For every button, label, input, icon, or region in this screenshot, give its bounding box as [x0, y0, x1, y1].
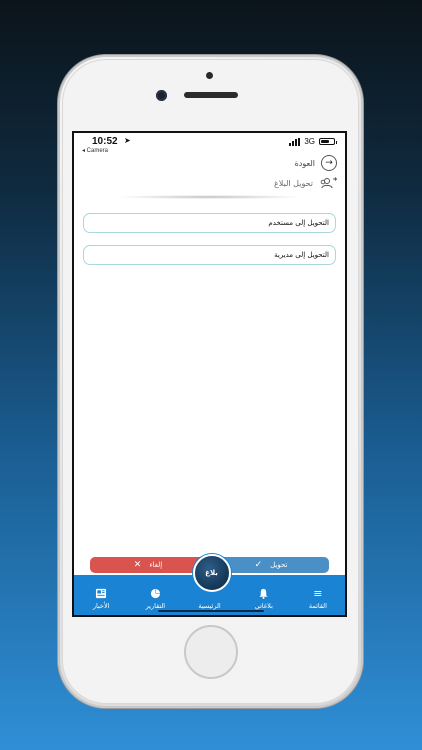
close-icon: ✕: [133, 559, 142, 570]
tab-menu[interactable]: ≡ القائمة: [298, 588, 338, 610]
status-indicators: 3G: [289, 137, 337, 146]
option-transfer-to-directorate[interactable]: التحويل إلى مديرية: [83, 245, 336, 265]
front-camera: [156, 90, 167, 101]
battery-level: [321, 140, 329, 143]
bottom-tab-bar: ≡ القائمة بلاغاتي بلاغ • الرئيسية: [74, 554, 345, 615]
tab-reports[interactable]: التقارير: [135, 588, 175, 610]
home-logo: بلاغ: [192, 554, 231, 592]
home-indicator[interactable]: [158, 610, 264, 612]
cancel-button[interactable]: إلغاء ✕: [90, 557, 206, 573]
earpiece-speaker: [184, 92, 238, 98]
signal-icon: [289, 137, 301, 146]
battery-icon: [319, 138, 337, 145]
tab-news[interactable]: الأخبار: [81, 588, 121, 610]
cancel-label: إلغاء: [149, 561, 163, 569]
back-button[interactable]: → العودة: [295, 155, 337, 171]
phone-frame: 10:52 ➤ ◂ Camera 3G → العودة تحويل البلا…: [58, 55, 363, 708]
transfer-users-icon: [320, 177, 337, 189]
transfer-label: تحويل: [270, 561, 288, 569]
news-icon: [96, 588, 107, 599]
back-to-app-link[interactable]: ◂ Camera: [82, 147, 108, 154]
app-screen: 10:52 ➤ ◂ Camera 3G → العودة تحويل البلا…: [72, 131, 347, 617]
arrow-right-icon: →: [321, 155, 337, 171]
location-arrow-icon: ➤: [124, 136, 131, 145]
header-divider-shadow: [114, 195, 305, 199]
page-title: تحويل البلاغ: [274, 178, 313, 188]
network-type: 3G: [304, 137, 315, 146]
phone-home-button[interactable]: [184, 625, 238, 679]
status-time: 10:52: [92, 136, 118, 147]
tab-home[interactable]: بلاغ • الرئيسية: [190, 554, 231, 610]
tab-news-label: الأخبار: [92, 602, 110, 610]
tab-reports-label: التقارير: [145, 602, 166, 610]
tab-home-label: الرئيسية: [198, 602, 221, 610]
menu-icon: ≡: [313, 587, 323, 600]
option-transfer-to-user[interactable]: التحويل إلى مستخدم: [83, 213, 336, 233]
phone-sensor: [206, 72, 213, 79]
bell-icon: [259, 588, 268, 599]
back-label: العودة: [294, 158, 315, 168]
logo-text: بلاغ: [205, 568, 218, 577]
check-icon: ✓: [254, 559, 263, 570]
status-bar: 10:52 ➤ ◂ Camera 3G: [74, 133, 345, 155]
tab-menu-label: القائمة: [308, 602, 327, 610]
pie-chart-icon: [150, 588, 160, 599]
tab-my-reports[interactable]: بلاغاتي: [244, 588, 284, 610]
page-header: تحويل البلاغ: [274, 177, 337, 189]
tab-my-reports-label: بلاغاتي: [254, 602, 273, 610]
